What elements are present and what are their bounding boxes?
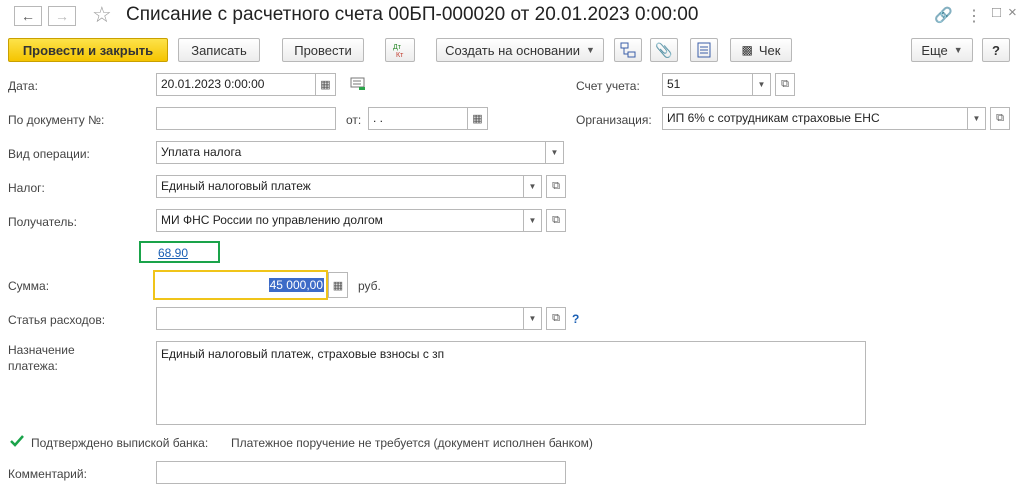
expense-item-dropdown-button[interactable]: ▼ <box>524 307 542 330</box>
calendar-icon: ▦ <box>320 79 331 91</box>
help-label: ? <box>992 42 1000 58</box>
chevron-down-icon: ▼ <box>972 114 981 123</box>
list-icon <box>697 42 711 58</box>
account-link[interactable]: 68.90 <box>158 246 188 260</box>
maximize-icon[interactable]: □ <box>992 4 1001 21</box>
operation-type-dropdown-button[interactable]: ▼ <box>546 141 564 164</box>
comment-label: Комментарий: <box>8 467 87 481</box>
open-window-icon: ⧉ <box>552 180 560 192</box>
recipient-open-button[interactable]: ⧉ <box>546 209 566 232</box>
account-label: Счет учета: <box>576 79 640 93</box>
calendar-icon: ▦ <box>472 113 483 125</box>
forward-button[interactable]: → <box>48 6 76 26</box>
tax-dropdown-button[interactable]: ▼ <box>524 175 542 198</box>
save-label: Записать <box>191 42 247 58</box>
create-based-on-button[interactable]: Создать на основании ▼ <box>436 38 604 62</box>
chevron-down-icon: ▼ <box>757 80 766 89</box>
more-button[interactable]: Еще ▼ <box>911 38 973 62</box>
payment-purpose-label: Назначение платежа: <box>8 343 75 373</box>
sum-calculator-button[interactable]: ▦ <box>328 272 348 298</box>
dt-kt-icon: Дт Кт <box>393 44 404 58</box>
doc-number-label: По документу №: <box>8 113 105 127</box>
from-label: от: <box>346 113 362 127</box>
chevron-down-icon: ▼ <box>528 182 537 191</box>
svg-text:Дт: Дт <box>393 44 402 51</box>
post-button[interactable]: Провести <box>282 38 364 62</box>
save-button[interactable]: Записать <box>178 38 260 62</box>
tax-label: Налог: <box>8 181 45 195</box>
back-button[interactable]: ← <box>14 6 42 26</box>
post-and-close-button[interactable]: Провести и закрыть <box>8 38 168 62</box>
doc-number-field[interactable] <box>156 107 336 130</box>
sum-value: 45 000,00 <box>268 278 324 292</box>
recipient-dropdown-button[interactable]: ▼ <box>524 209 542 232</box>
payment-purpose-field[interactable]: Единый налоговый платеж, страховые взнос… <box>156 341 866 425</box>
tax-open-button[interactable]: ⧉ <box>546 175 566 198</box>
close-icon[interactable]: × <box>1008 4 1017 21</box>
recipient-field[interactable]: МИ ФНС России по управлению долгом <box>156 209 524 232</box>
expense-item-open-button[interactable]: ⧉ <box>546 307 566 330</box>
chevron-down-icon: ▼ <box>953 45 963 55</box>
create-based-on-label: Создать на основании <box>445 42 580 58</box>
organization-label: Организация: <box>576 113 652 127</box>
chevron-down-icon: ▼ <box>585 45 595 55</box>
organization-dropdown-button[interactable]: ▼ <box>968 107 986 130</box>
comment-field[interactable] <box>156 461 566 484</box>
calculator-icon: ▦ <box>332 279 344 292</box>
structure-button[interactable] <box>614 38 642 62</box>
more-vertical-icon[interactable]: ⋮ <box>966 6 982 26</box>
date-field[interactable]: 20.01.2023 0:00:00 <box>156 73 316 96</box>
date-label: Дата: <box>8 79 38 93</box>
expense-item-label: Статья расходов: <box>8 313 106 327</box>
date-calendar-button[interactable]: ▦ <box>316 73 336 96</box>
paperclip-icon: 📎 <box>655 41 673 58</box>
cash-register-icon: ▩ <box>741 43 753 57</box>
favorite-star-icon[interactable]: ☆ <box>92 2 112 28</box>
chevron-down-icon: ▼ <box>550 148 559 157</box>
account-open-button[interactable]: ⧉ <box>775 73 795 96</box>
post-and-close-label: Провести и закрыть <box>22 42 154 58</box>
sum-field[interactable]: 45 000,00 <box>153 270 328 300</box>
sum-label: Сумма: <box>8 279 50 293</box>
help-button[interactable]: ? <box>982 38 1010 62</box>
bank-confirmed-checkbox[interactable] <box>10 434 24 448</box>
bank-confirmed-note: Платежное поручение не требуется (докуме… <box>231 436 593 450</box>
link-icon[interactable]: 🔗 <box>934 6 953 24</box>
page-title: Списание с расчетного счета 00БП-000020 … <box>126 4 699 25</box>
bank-confirmed-label: Подтверждено выпиской банка: <box>31 436 209 450</box>
post-label: Провести <box>294 42 352 58</box>
note-icon[interactable] <box>350 77 366 94</box>
open-window-icon: ⧉ <box>552 312 560 324</box>
checkmark-icon <box>10 435 24 447</box>
receipt-button[interactable]: ▩ Чек <box>730 38 792 62</box>
recipient-label: Получатель: <box>8 215 77 229</box>
dt-kt-button[interactable]: Дт Кт <box>385 38 415 62</box>
arrow-right-icon: → <box>55 8 69 24</box>
expense-help-icon[interactable]: ? <box>572 312 579 326</box>
receipt-label: Чек <box>758 42 781 58</box>
arrow-left-icon: ← <box>21 8 35 24</box>
from-date-field[interactable]: . . <box>368 107 468 130</box>
account-field[interactable]: 51 <box>662 73 753 96</box>
open-window-icon: ⧉ <box>996 112 1004 124</box>
expense-item-field[interactable] <box>156 307 524 330</box>
organization-open-button[interactable]: ⧉ <box>990 107 1010 130</box>
open-window-icon: ⧉ <box>781 78 789 90</box>
from-date-calendar-button[interactable]: ▦ <box>468 107 488 130</box>
operation-type-label: Вид операции: <box>8 147 90 161</box>
operation-type-field[interactable]: Уплата налога <box>156 141 546 164</box>
account-dropdown-button[interactable]: ▼ <box>753 73 771 96</box>
organization-field[interactable]: ИП 6% с сотрудникам страховые ЕНС <box>662 107 968 130</box>
more-label: Еще <box>921 42 948 58</box>
hierarchy-icon <box>620 42 636 58</box>
open-window-icon: ⧉ <box>552 214 560 226</box>
attach-button[interactable]: 📎 <box>650 38 678 62</box>
chevron-down-icon: ▼ <box>528 314 537 323</box>
chevron-down-icon: ▼ <box>528 216 537 225</box>
currency-label: руб. <box>358 279 381 293</box>
tax-field[interactable]: Единый налоговый платеж <box>156 175 524 198</box>
svg-text:Кт: Кт <box>396 52 404 58</box>
document-list-button[interactable] <box>690 38 718 62</box>
